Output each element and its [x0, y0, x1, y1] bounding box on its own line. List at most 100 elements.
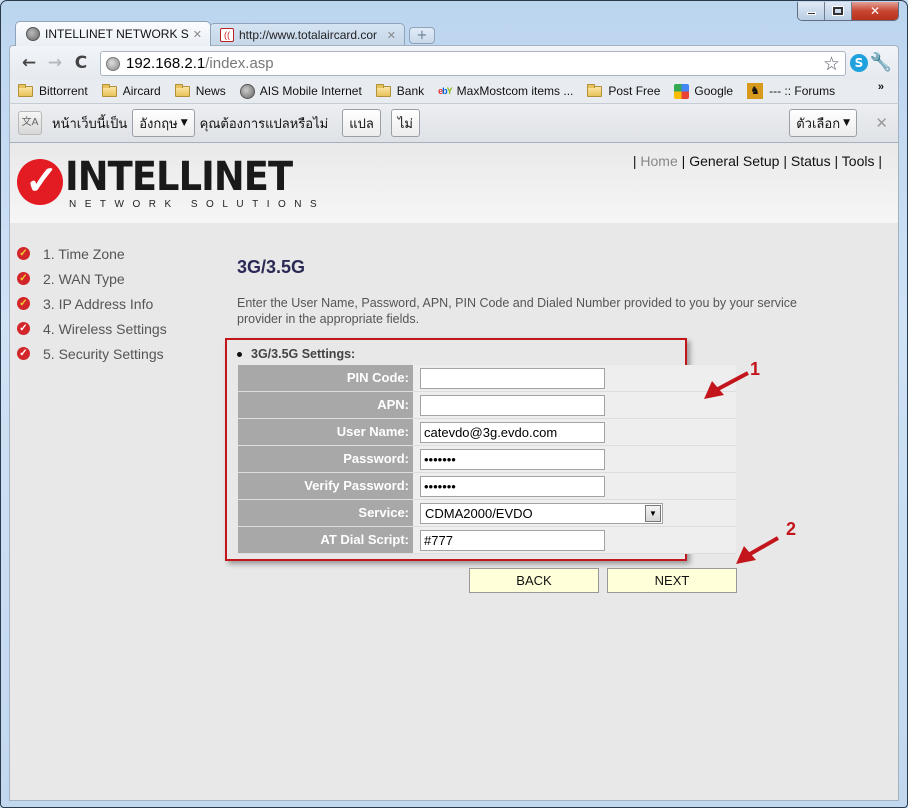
translate-icon: 文A: [18, 111, 42, 135]
new-tab-button[interactable]: +: [409, 27, 435, 44]
nav-general-setup[interactable]: General Setup: [689, 153, 779, 169]
bookmark-aircard[interactable]: Aircard: [101, 83, 161, 98]
tab-strip: INTELLINET NETWORK SOL ✕ (( http://www.t…: [15, 20, 435, 46]
address-bar[interactable]: 192.168.2.1 /index.asp ☆: [100, 51, 846, 76]
nav-home[interactable]: Home: [640, 153, 677, 169]
translate-infobar: 文A หน้าเว็บนี้เป็น อังกฤษ ▼ คุณต้องการแปล…: [9, 103, 899, 143]
field-label: PIN Code:: [238, 365, 413, 391]
no-translate-button[interactable]: ไม่: [390, 109, 420, 137]
bookmark-news[interactable]: News: [174, 83, 226, 98]
translate-button[interactable]: แปล: [342, 109, 381, 137]
field-label: User Name:: [238, 419, 413, 445]
globe-icon: [106, 56, 120, 71]
main-content: 3G/3.5G Enter the User Name, Password, A…: [237, 257, 797, 326]
step-time-zone[interactable]: ✓ 1. Time Zone: [17, 241, 167, 266]
tab-close-icon[interactable]: ✕: [193, 28, 202, 41]
translate-prefix: หน้าเว็บนี้เป็น: [52, 116, 128, 132]
url-path: /index.asp: [205, 55, 274, 72]
settings-form: PIN Code: APN: User Name: catevdo@3g.evd…: [238, 365, 736, 554]
step-wan-type[interactable]: ✓ 2. WAN Type: [17, 266, 167, 291]
tab-title: http://www.totalaircard.cor: [239, 28, 378, 42]
forward-nav-button[interactable]: →: [42, 53, 68, 73]
close-infobar-icon[interactable]: ✕: [875, 114, 888, 132]
bookmark-maxmostcom[interactable]: ebY MaxMostcom items ...: [438, 84, 573, 98]
wrench-icon[interactable]: 🔧: [870, 52, 892, 73]
settings-highlight-box: 3G/3.5G Settings: PIN Code: APN: User Na…: [225, 338, 736, 561]
step-label: 4. Wireless Settings: [43, 320, 167, 337]
page-description: Enter the User Name, Password, APN, PIN …: [237, 296, 797, 326]
bookmark-star-icon[interactable]: ☆: [823, 53, 840, 75]
url-host: 192.168.2.1: [126, 55, 206, 72]
chevron-down-icon[interactable]: ▼: [645, 505, 661, 522]
browser-toolbar: ← → C 192.168.2.1 /index.asp ☆ S 🔧: [9, 45, 899, 79]
wizard-buttons: BACK NEXT: [469, 568, 745, 593]
bookmark-ais-mobile[interactable]: AIS Mobile Internet: [239, 83, 362, 99]
user-name-input[interactable]: catevdo@3g.evdo.com: [420, 422, 605, 443]
tab-totalaircard[interactable]: (( http://www.totalaircard.cor ✕: [209, 23, 405, 46]
bookmark-label: Bank: [396, 84, 425, 98]
skype-extension-icon[interactable]: S: [850, 54, 868, 72]
settings-title-text: 3G/3.5G Settings:: [251, 347, 356, 361]
folder-icon: [587, 83, 603, 97]
minimize-icon: [806, 12, 816, 15]
folder-icon: [174, 83, 190, 97]
at-dial-script-input[interactable]: #777: [420, 530, 605, 551]
step-security-settings[interactable]: ✓ 5. Security Settings: [17, 341, 167, 366]
form-row-password: Password: •••••••: [238, 446, 736, 473]
bookmark-bittorrent[interactable]: Bittorrent: [18, 83, 88, 98]
bookmark-post-free[interactable]: Post Free: [587, 83, 661, 98]
annotation-arrow-1-icon: [704, 371, 749, 399]
bookmark-label: Post Free: [608, 84, 661, 98]
pin-code-input[interactable]: [420, 368, 605, 389]
folder-icon: [101, 83, 117, 97]
bookmark-forums[interactable]: ♞ --- :: Forums: [747, 83, 835, 99]
bookmark-bank[interactable]: Bank: [375, 83, 425, 98]
more-bookmarks-chevron-icon[interactable]: »: [878, 81, 884, 93]
back-button[interactable]: BACK: [469, 568, 599, 593]
tab-close-icon[interactable]: ✕: [387, 29, 396, 42]
bullet-icon: [237, 351, 242, 357]
bookmark-label: AIS Mobile Internet: [259, 84, 362, 98]
back-nav-button[interactable]: ←: [16, 53, 42, 73]
translate-question: คุณต้องการแปลหรือไม่: [199, 116, 329, 132]
form-row-verify-password: Verify Password: •••••••: [238, 473, 736, 500]
step-ip-address-info[interactable]: ✓ 3. IP Address Info: [17, 291, 167, 316]
bookmark-google[interactable]: Google: [674, 83, 733, 99]
check-icon: ✓: [17, 322, 30, 335]
intellinet-logo: INTELLINET NETWORK SOLUTIONS: [17, 157, 325, 210]
globe-icon: [239, 83, 255, 99]
language-dropdown[interactable]: อังกฤษ ▼: [132, 109, 195, 137]
browser-window: ✕ INTELLINET NETWORK SOL ✕ (( http://www…: [0, 0, 908, 808]
tab-intellinet[interactable]: INTELLINET NETWORK SOL ✕: [15, 21, 211, 46]
field-label: APN:: [238, 392, 413, 418]
chevron-down-icon: ▼: [843, 118, 850, 128]
verify-password-input[interactable]: •••••••: [420, 476, 605, 497]
form-row-at-dial-script: AT Dial Script: #777: [238, 527, 736, 554]
globe-icon: [26, 27, 40, 41]
form-row-apn: APN:: [238, 392, 736, 419]
password-input[interactable]: •••••••: [420, 449, 605, 470]
apn-input[interactable]: [420, 395, 605, 416]
maximize-button[interactable]: [825, 2, 852, 20]
nav-status[interactable]: Status: [791, 153, 831, 169]
translate-options-button[interactable]: ตัวเลือก ▼: [789, 109, 857, 137]
language-label: อังกฤษ: [139, 116, 178, 132]
top-nav: | Home | General Setup | Status | Tools …: [632, 153, 882, 169]
nav-tools[interactable]: Tools: [842, 153, 875, 169]
step-wireless-settings[interactable]: ✓ 4. Wireless Settings: [17, 316, 167, 341]
folder-icon: [375, 83, 391, 97]
minimize-button[interactable]: [798, 2, 825, 20]
next-button[interactable]: NEXT: [607, 568, 737, 593]
service-select[interactable]: CDMA2000/EVDO ▼: [420, 503, 663, 524]
close-icon: ✕: [869, 4, 881, 18]
step-label: 5. Security Settings: [43, 345, 164, 362]
settings-title: 3G/3.5G Settings:: [237, 347, 355, 361]
close-window-button[interactable]: ✕: [852, 2, 898, 20]
field-label: Verify Password:: [238, 473, 413, 499]
options-label: ตัวเลือก: [796, 116, 841, 132]
bookmark-label: --- :: Forums: [769, 84, 836, 98]
tab-title: INTELLINET NETWORK SOL: [45, 27, 189, 41]
form-row-user-name: User Name: catevdo@3g.evdo.com: [238, 419, 736, 446]
reload-button[interactable]: C: [68, 53, 94, 73]
logo-subtitle: NETWORK SOLUTIONS: [69, 199, 326, 210]
